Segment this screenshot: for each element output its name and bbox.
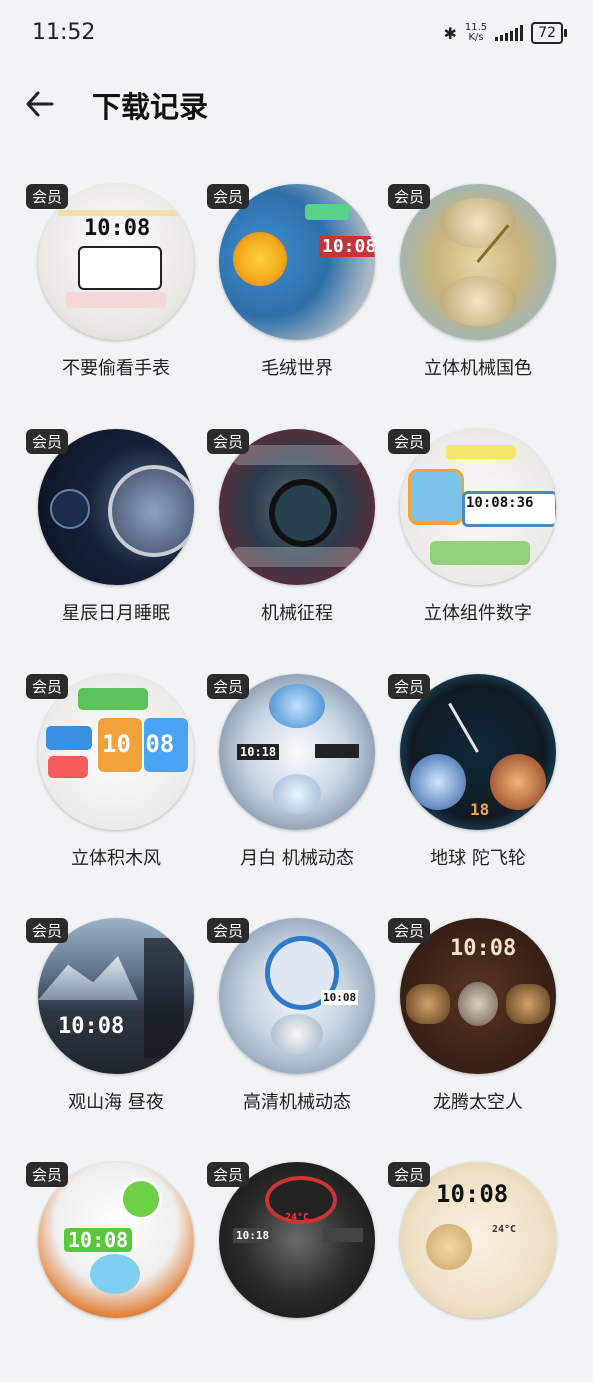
watchface-name: 立体积木风 <box>71 848 161 869</box>
member-badge: 会员 <box>388 429 431 454</box>
watchface-card[interactable]: 10:08 会员 不要偷看手表 <box>26 184 206 404</box>
member-badge: 会员 <box>26 429 69 454</box>
member-badge: 会员 <box>207 918 250 943</box>
member-badge: 会员 <box>207 184 250 209</box>
preview-time: 10:08:36 <box>466 495 534 511</box>
member-badge: 会员 <box>388 184 431 209</box>
watchface-name: 地球 陀飞轮 <box>430 848 526 869</box>
preview-time: 10:08 <box>450 936 517 961</box>
watchface-card[interactable]: 10:08 会员 观山海 昼夜 <box>26 918 206 1138</box>
watchface-card[interactable]: 10:08 24°C 会员 <box>388 1162 568 1382</box>
watchface-card[interactable]: 会员 机械征程 <box>207 429 387 649</box>
preview-time: 10:08 <box>58 1014 125 1039</box>
preview-time: 10:08 <box>321 990 359 1005</box>
watchface-grid: 10:08 会员 不要偷看手表 10:08 会员 毛绒世界 会员 立体机械国色 … <box>0 0 593 1318</box>
watchface-name: 不要偷看手表 <box>62 358 170 379</box>
preview-time: 10:18 <box>237 744 280 760</box>
watchface-card[interactable]: 会员 星辰日月睡眠 <box>26 429 206 649</box>
preview-time: 10:18 <box>233 1228 273 1243</box>
watchface-card[interactable]: 10 08 会员 立体积木风 <box>26 674 206 894</box>
watchface-name: 龙腾太空人 <box>433 1092 523 1113</box>
preview-date: 18 <box>470 800 490 819</box>
member-badge: 会员 <box>26 1162 69 1187</box>
member-badge: 会员 <box>388 918 431 943</box>
watchface-card[interactable]: 10:18 24°C 会员 <box>207 1162 387 1382</box>
member-badge: 会员 <box>388 674 431 699</box>
watchface-name: 毛绒世界 <box>261 358 333 379</box>
watchface-name: 月白 机械动态 <box>240 848 354 869</box>
preview-time: 10:08 <box>64 1228 133 1252</box>
watchface-name: 观山海 昼夜 <box>68 1092 164 1113</box>
watchface-card[interactable]: 10:08 会员 龙腾太空人 <box>388 918 568 1138</box>
watchface-card[interactable]: 10:08 会员 高清机械动态 <box>207 918 387 1138</box>
watchface-card[interactable]: 10:18 会员 月白 机械动态 <box>207 674 387 894</box>
member-badge: 会员 <box>26 918 69 943</box>
preview-time: 10:08 <box>84 216 151 241</box>
watchface-card[interactable]: 会员 立体机械国色 <box>388 184 568 404</box>
member-badge: 会员 <box>26 674 69 699</box>
preview-time: 10:08 <box>436 1180 509 1208</box>
member-badge: 会员 <box>26 184 69 209</box>
watchface-name: 高清机械动态 <box>243 1092 351 1113</box>
watchface-name: 机械征程 <box>261 603 333 624</box>
preview-time: 10:08 <box>319 236 375 257</box>
watchface-card[interactable]: 10:08 会员 毛绒世界 <box>207 184 387 404</box>
preview-temp: 24°C <box>492 1224 517 1235</box>
watchface-card[interactable]: 10:08:36 会员 立体组件数字 <box>388 429 568 649</box>
watchface-card[interactable]: 10:08 会员 <box>26 1162 206 1382</box>
watchface-name: 立体组件数字 <box>424 603 532 624</box>
watchface-name: 立体机械国色 <box>424 358 532 379</box>
preview-temp: 24°C <box>285 1212 310 1223</box>
member-badge: 会员 <box>207 674 250 699</box>
member-badge: 会员 <box>207 429 250 454</box>
watchface-card[interactable]: 18 会员 地球 陀飞轮 <box>388 674 568 894</box>
member-badge: 会员 <box>388 1162 431 1187</box>
preview-time: 10 08 <box>102 730 175 758</box>
watchface-name: 星辰日月睡眠 <box>62 603 170 624</box>
member-badge: 会员 <box>207 1162 250 1187</box>
